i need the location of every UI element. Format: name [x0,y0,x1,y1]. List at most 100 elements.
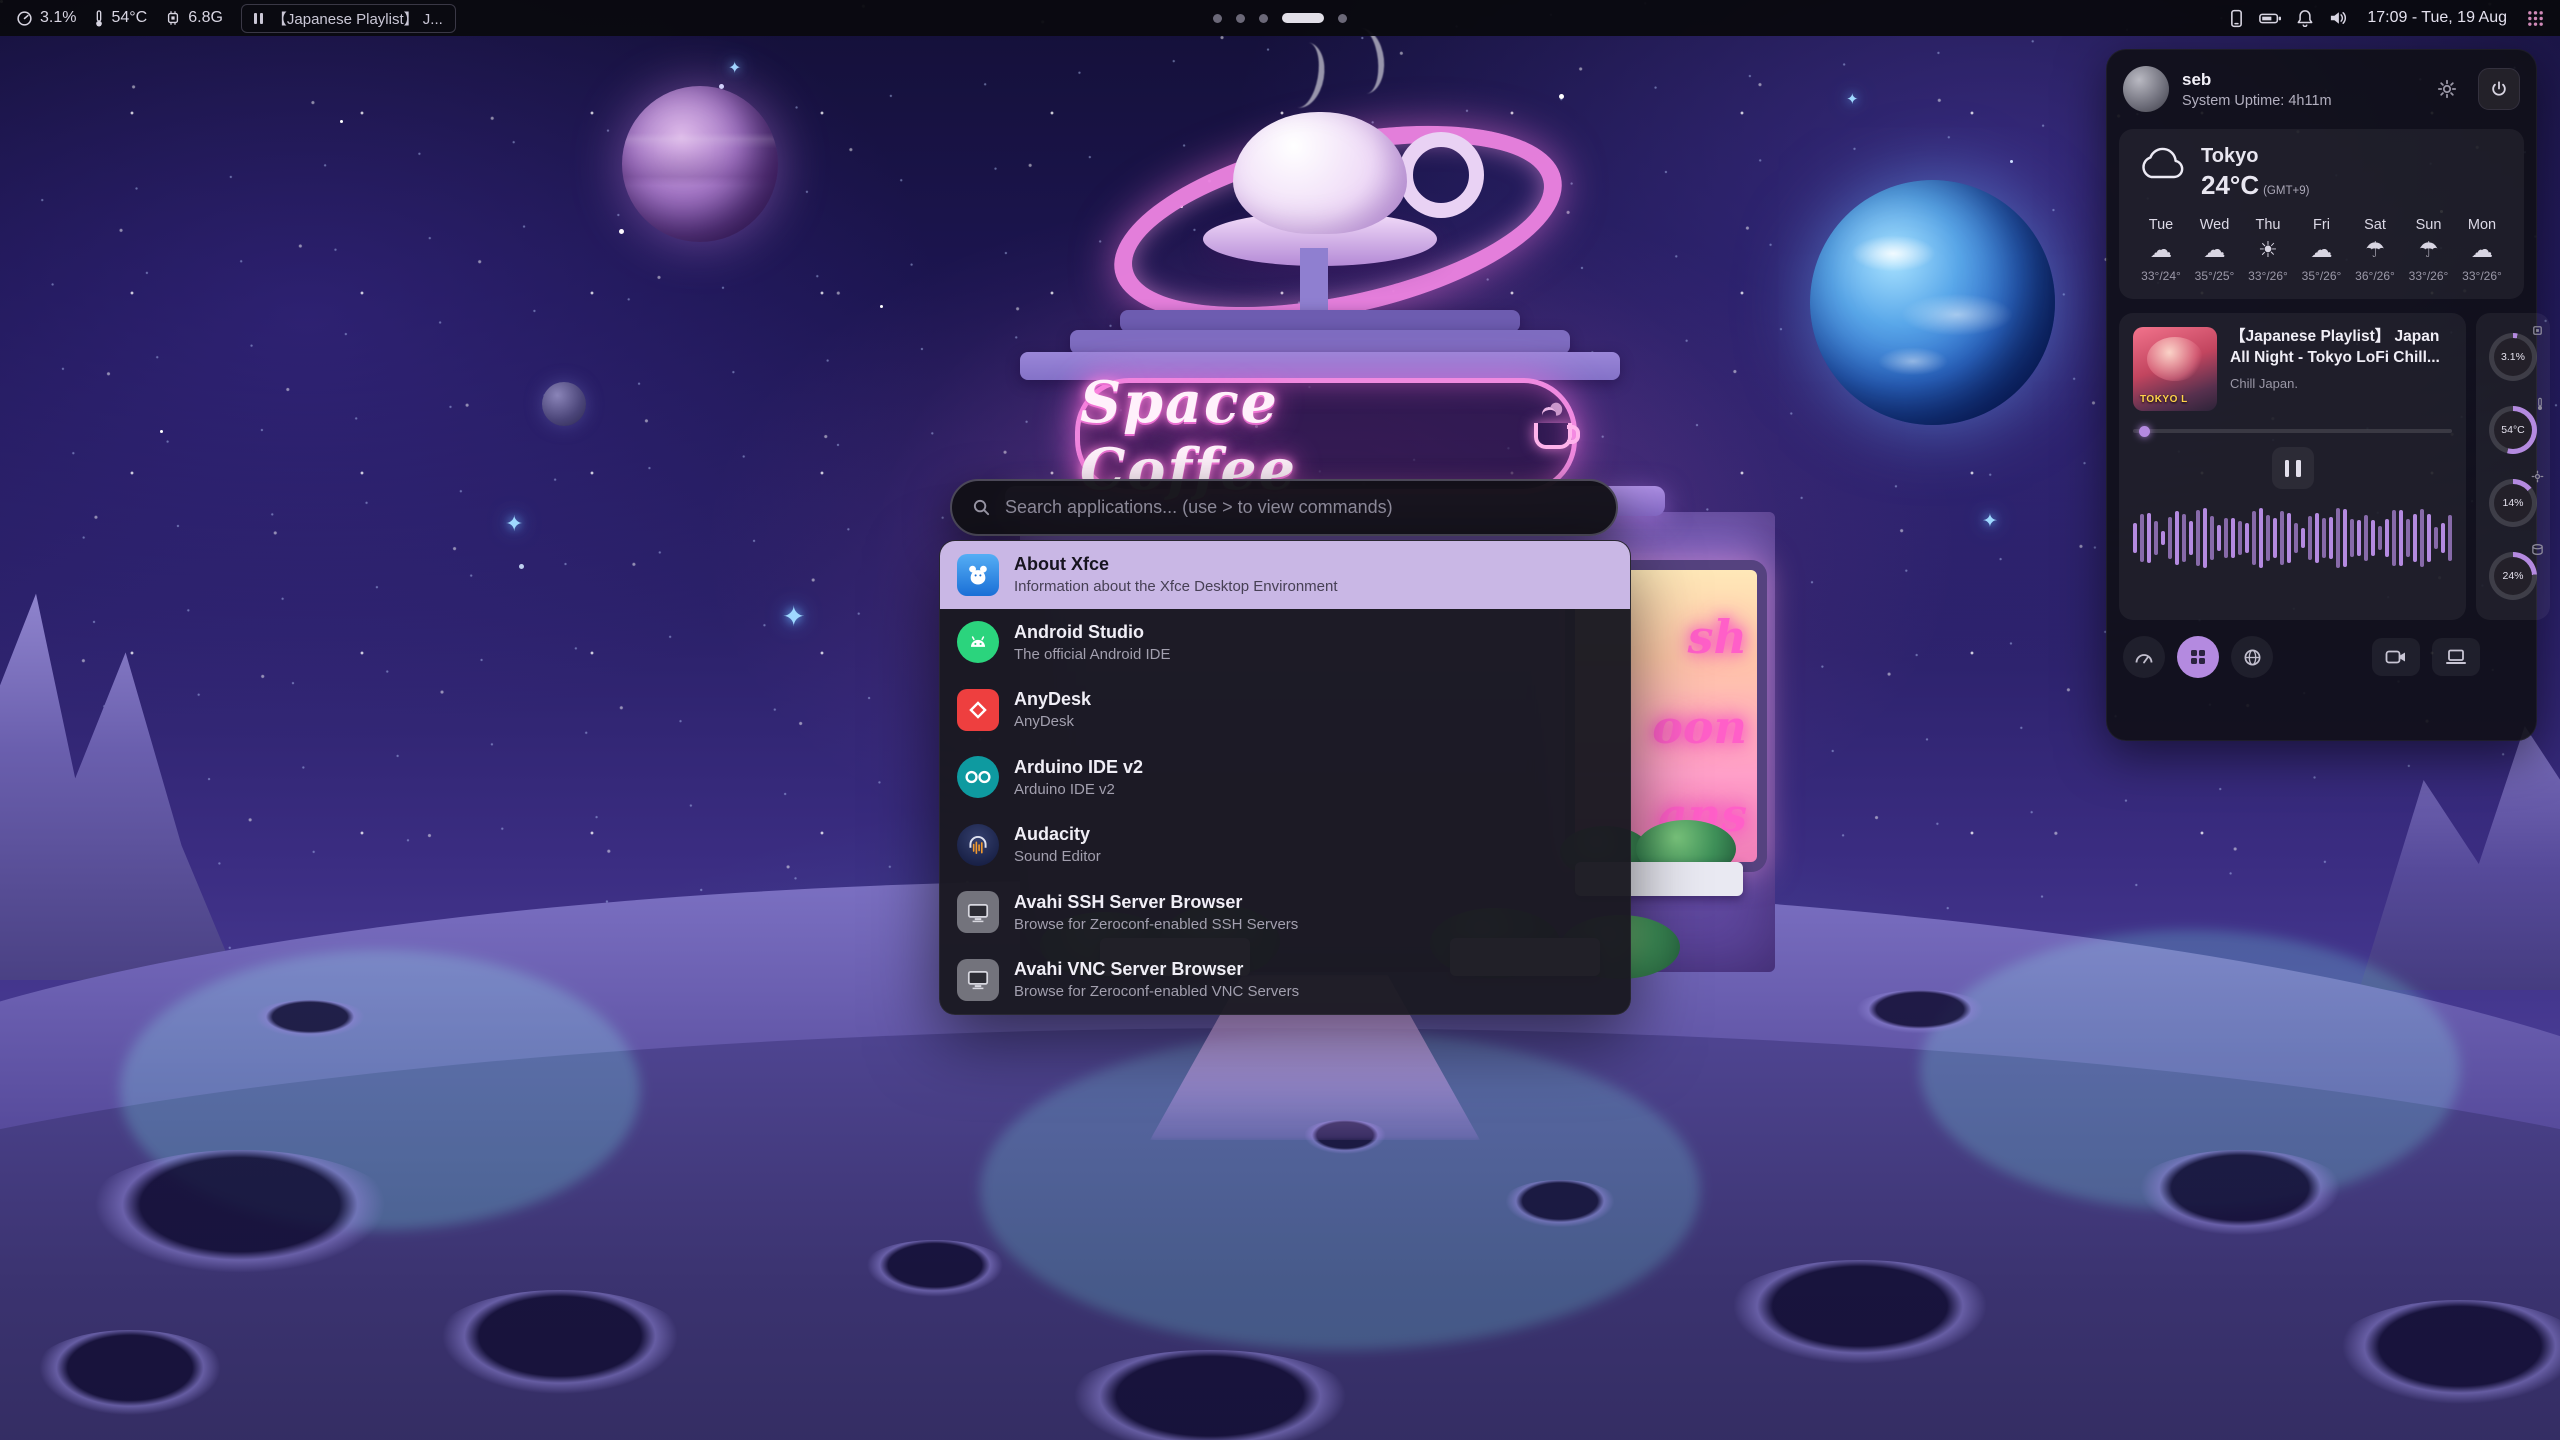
waveform-bar [2217,525,2221,552]
screen-record-button[interactable] [2372,638,2420,676]
app-grid-icon[interactable] [2527,10,2544,27]
waveform-bar [2168,517,2172,558]
waveform-bar [2266,515,2270,562]
forecast-day: Fri☁35°/26° [2296,217,2348,283]
waveform-bar [2175,511,2179,565]
power-icon [2490,80,2508,98]
stats-button[interactable] [2123,636,2165,678]
android-studio-icon [957,621,999,663]
now-playing-label: 【Japanese Playlist】 J... [272,8,443,29]
result-subtitle: Browse for Zeroconf-enabled SSH Servers [1014,916,1298,933]
workspace-indicator [1213,0,1347,36]
arduino-icon [957,756,999,798]
crater [30,1330,230,1420]
forecast-icon: ☁ [2311,240,2333,262]
workspace-dot[interactable] [1338,14,1347,23]
play-pause-button[interactable] [2272,447,2314,489]
volume-icon[interactable] [2329,10,2347,26]
result-row-audacity[interactable]: Audacity Sound Editor [940,811,1630,879]
waveform [2133,499,2452,577]
cloud-icon [2135,145,2187,183]
media-progress-dot[interactable] [2139,426,2150,437]
cpu-gauge: 3.1% [2489,333,2537,381]
waveform-bar [2301,528,2305,549]
result-row-anydesk[interactable]: AnyDeskAnyDesk [940,676,1630,744]
pause-icon [2296,460,2301,477]
disk-gauge: 24% [2489,552,2537,600]
battery-icon[interactable] [2259,12,2281,25]
result-row-avahi-vnc[interactable]: Avahi VNC Server BrowserBrowse for Zeroc… [940,946,1630,1014]
forecast-day: Sun☂33°/26° [2403,217,2455,283]
waveform-bar [2441,523,2445,552]
media-subtitle: Chill Japan. [2230,376,2452,391]
avatar[interactable] [2123,66,2169,112]
result-subtitle: Sound Editor [1014,848,1101,865]
waveform-bar [2308,516,2312,560]
crater [1850,990,1990,1036]
cpu-indicator: 3.1% [16,9,76,27]
now-playing-widget[interactable]: 【Japanese Playlist】 J... [241,4,456,33]
waveform-bar [2378,526,2382,550]
waveform-bar [2413,514,2417,562]
uptime-label: System Uptime: 4h11m [2182,93,2332,109]
result-row-android-studio[interactable]: Android StudioThe official Android IDE [940,609,1630,677]
user-header: seb System Uptime: 4h11m [2119,64,2524,114]
star-sparkle: ✦ [1846,90,1859,108]
result-row-avahi-ssh[interactable]: Avahi SSH Server Browser Browse for Zeroc… [940,879,1630,947]
disk-icon [2531,543,2544,561]
result-title: Avahi SSH Server Browser [1014,892,1298,913]
notifications-bell-icon[interactable] [2297,9,2313,27]
waveform-bar [2280,511,2284,565]
power-button[interactable] [2478,68,2520,110]
waveform-bar [2189,521,2193,556]
coffee-cup-handle [1398,132,1484,218]
settings-button[interactable] [2429,71,2465,107]
apps-button[interactable] [2177,636,2219,678]
waveform-bar [2329,517,2333,560]
star-sparkle: ✦ [505,512,523,537]
waveform-bar [2140,514,2144,562]
waveform-bar [2392,510,2396,566]
result-title: Audacity [1014,824,1101,845]
waveform-bar [2133,523,2137,553]
workspace-dot[interactable] [1236,14,1245,23]
media-player-card: TOKYO L 【Japanese Playlist】 Japan All Ni… [2119,313,2466,620]
result-subtitle: The official Android IDE [1014,646,1170,663]
waveform-bar [2245,523,2249,554]
pause-icon [254,13,263,24]
phone-link-icon[interactable] [2230,9,2243,28]
waveform-bar [2182,514,2186,562]
workspace-dot[interactable] [1259,14,1268,23]
display-button[interactable] [2432,638,2480,676]
waveform-bar [2287,513,2291,564]
workspace-dot-active[interactable] [1282,13,1324,23]
search-input[interactable] [1003,496,1596,519]
workspace-dot[interactable] [1213,14,1222,23]
memory-indicator: 6.8G [165,9,223,27]
forecast-day: Sat☂36°/26° [2349,217,2401,283]
waveform-bar [2273,518,2277,557]
waveform-bar [2350,519,2354,557]
media-progress-track[interactable] [2133,429,2452,433]
cafe-roof [1070,330,1570,354]
waveform-bar [2336,508,2340,568]
temperature-gauge: 54°C [2489,406,2537,454]
crater [430,1290,690,1400]
ram-chip-icon [165,10,181,26]
waveform-bar [2448,515,2452,560]
waveform-bar [2420,509,2424,567]
weather-city: Tokyo [2201,145,2309,168]
laptop-icon [2445,649,2467,665]
result-row-about-xfce[interactable]: About XfceInformation about the Xfce Des… [940,541,1630,609]
weather-forecast: Tue☁33°/24° Wed☁35°/25° Thu☀33°/26° Fri☁… [2135,217,2508,283]
waveform-bar [2406,519,2410,557]
result-subtitle: AnyDesk [1014,713,1091,730]
waveform-bar [2294,523,2298,552]
globe-button[interactable] [2231,636,2273,678]
username: seb [2182,70,2332,90]
clock[interactable]: 17:09 - Tue, 19 Aug [2367,9,2507,27]
forecast-icon: ☁ [2471,240,2493,262]
forecast-icon: ☁ [2204,240,2226,262]
panel-button-row [2119,636,2524,678]
result-row-arduino[interactable]: Arduino IDE v2Arduino IDE v2 [940,744,1630,812]
